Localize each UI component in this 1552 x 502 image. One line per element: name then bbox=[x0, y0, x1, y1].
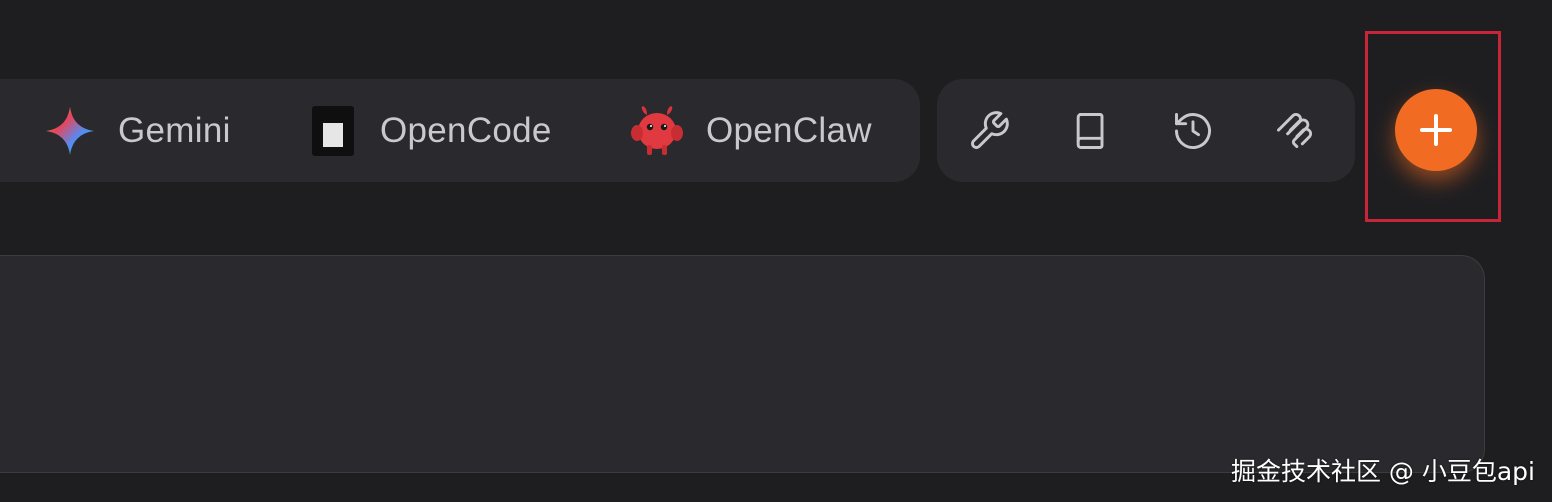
history-icon bbox=[1175, 113, 1211, 149]
settings-button[interactable] bbox=[963, 105, 1015, 157]
tab-openclaw-label: OpenClaw bbox=[706, 110, 872, 150]
tab-openclaw[interactable]: OpenClaw bbox=[630, 79, 872, 182]
toolbar bbox=[937, 79, 1355, 182]
history-button[interactable] bbox=[1167, 105, 1219, 157]
mcp-plug-icon bbox=[1277, 113, 1313, 149]
tab-gemini[interactable]: Gemini bbox=[44, 79, 231, 182]
content-panel bbox=[0, 255, 1485, 473]
tab-opencode[interactable]: OpenCode bbox=[312, 79, 552, 182]
mcp-button[interactable] bbox=[1269, 105, 1321, 157]
watermark: 掘金技术社区 @ 小豆包api bbox=[1230, 457, 1535, 486]
wrench-icon bbox=[971, 111, 1009, 149]
tab-gemini-label: Gemini bbox=[118, 110, 231, 150]
book-icon bbox=[1076, 113, 1104, 149]
plus-icon bbox=[1420, 114, 1452, 146]
app-tab-bar: Gemini OpenCode OpenClaw bbox=[0, 79, 920, 182]
openclaw-crab-icon bbox=[631, 105, 683, 155]
tab-opencode-label: OpenCode bbox=[380, 110, 552, 150]
add-button[interactable] bbox=[1395, 89, 1477, 171]
opencode-icon bbox=[312, 105, 354, 156]
docs-button[interactable] bbox=[1065, 105, 1117, 157]
gemini-sparkle-icon bbox=[46, 106, 94, 155]
